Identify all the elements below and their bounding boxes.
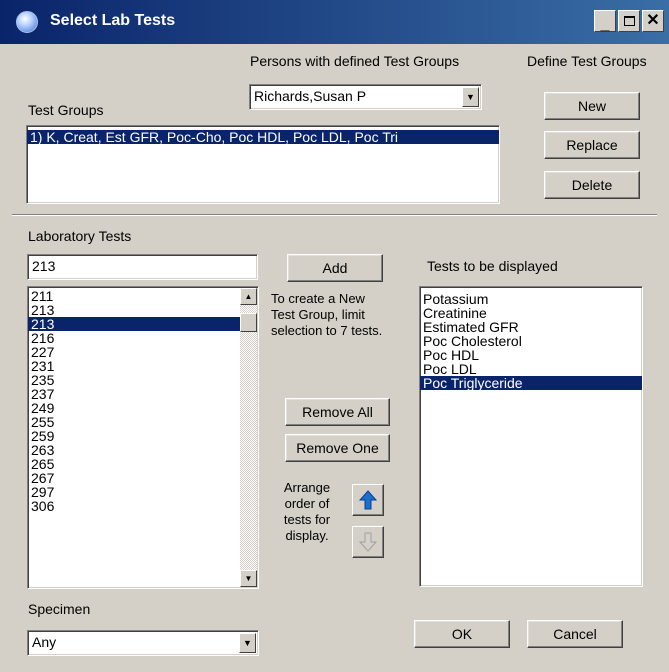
cancel-button[interactable]: Cancel [527, 620, 623, 648]
scroll-up-button[interactable]: ▲ [240, 288, 257, 305]
scroll-thumb[interactable] [240, 313, 257, 332]
lab-search-value: 213 [32, 258, 56, 274]
arrange-line: tests for [283, 512, 331, 527]
arrange-hint: Arrange order of tests for display. [277, 480, 337, 544]
select-lab-tests-window: Select Lab Tests _ ✕ Persons with define… [0, 0, 669, 672]
lab-test-item[interactable]: 237 [28, 387, 240, 401]
displayed-test-item[interactable]: Poc Triglyceride [420, 376, 642, 390]
test-group-item[interactable]: 1) K, Creat, Est GFR, Poc-Cho, Poc HDL, … [27, 130, 499, 144]
displayed-test-item[interactable]: Poc Cholesterol [420, 334, 642, 348]
new-group-button[interactable]: New [544, 92, 640, 120]
scroll-down-icon: ▼ [244, 574, 253, 583]
tests-displayed-label: Tests to be displayed [427, 258, 558, 274]
lab-test-item[interactable]: 267 [28, 471, 240, 485]
arrange-line: order of [284, 496, 330, 511]
arrange-line: Arrange [283, 480, 331, 495]
lab-test-item[interactable]: 216 [28, 331, 240, 345]
test-groups-label: Test Groups [28, 102, 104, 118]
lab-test-item[interactable]: 231 [28, 359, 240, 373]
window-title: Select Lab Tests [50, 12, 176, 29]
lab-test-item[interactable]: 213 [28, 303, 240, 317]
arrange-line: display. [285, 528, 329, 543]
lab-test-item[interactable]: 265 [28, 457, 240, 471]
hint-line: Test Group, limit [271, 307, 365, 322]
remove-all-button[interactable]: Remove All [285, 398, 390, 426]
lab-test-item[interactable]: 235 [28, 373, 240, 387]
displayed-tests-list[interactable]: Potassium Creatinine Estimated GFR Poc Chol… [419, 286, 643, 587]
hint-line: selection to 7 tests. [271, 323, 383, 338]
close-icon: ✕ [646, 12, 660, 29]
replace-group-button[interactable]: Replace [544, 131, 640, 159]
lab-test-item[interactable]: 213 [28, 317, 240, 331]
laboratory-tests-label: Laboratory Tests [28, 228, 132, 244]
specimen-label: Specimen [28, 601, 91, 617]
move-up-button[interactable] [352, 484, 384, 516]
app-icon [16, 11, 38, 33]
ok-button[interactable]: OK [414, 620, 510, 648]
lab-list-scrollbar[interactable]: ▲ ▼ [240, 288, 257, 587]
lab-test-item[interactable]: 255 [28, 415, 240, 429]
section-divider [12, 214, 657, 216]
lab-test-item[interactable]: 306 [28, 499, 240, 513]
displayed-test-item[interactable]: Poc HDL [420, 348, 642, 362]
displayed-test-item[interactable]: Poc LDL [420, 362, 642, 376]
chevron-down-icon[interactable]: ▼ [462, 87, 479, 107]
close-button[interactable]: ✕ [642, 10, 664, 32]
remove-one-button[interactable]: Remove One [285, 434, 390, 462]
lab-test-item[interactable]: 227 [28, 345, 240, 359]
maximize-button[interactable] [618, 10, 640, 32]
lab-tests-list[interactable]: 211 213 213 216 227 231 235 237 249 255 259 263 265 2… [27, 286, 259, 589]
maximize-icon [623, 16, 635, 26]
minimize-icon: _ [600, 16, 610, 33]
lab-test-item[interactable]: 263 [28, 443, 240, 457]
person-select[interactable]: Richards,Susan P ▼ [249, 84, 482, 110]
add-button[interactable]: Add [287, 254, 383, 282]
lab-test-item[interactable]: 211 [28, 289, 240, 303]
arrow-up-icon [359, 490, 377, 510]
lab-search-input[interactable]: 213 [27, 254, 258, 280]
test-groups-list[interactable]: 1) K, Creat, Est GFR, Poc-Cho, Poc HDL, … [26, 125, 500, 204]
specimen-select[interactable]: Any ▼ [27, 630, 259, 656]
new-group-hint: To create a New Test Group, limit select… [271, 291, 382, 339]
scroll-up-icon: ▲ [244, 292, 253, 301]
lab-test-item[interactable]: 259 [28, 429, 240, 443]
displayed-test-item[interactable]: Estimated GFR [420, 320, 642, 334]
lab-test-item[interactable]: 249 [28, 401, 240, 415]
minimize-button[interactable]: _ [594, 10, 616, 33]
scroll-down-button[interactable]: ▼ [240, 570, 257, 587]
chevron-down-icon[interactable]: ▼ [239, 633, 256, 653]
arrow-down-icon [359, 532, 377, 552]
define-test-groups-label: Define Test Groups [527, 53, 647, 69]
specimen-select-value: Any [32, 634, 57, 650]
move-down-button[interactable] [352, 526, 384, 558]
hint-line: To create a New [271, 291, 365, 306]
displayed-test-item[interactable]: Creatinine [420, 306, 642, 320]
persons-label: Persons with defined Test Groups [250, 53, 460, 69]
person-select-value: Richards,Susan P [254, 88, 367, 104]
lab-test-item[interactable]: 297 [28, 485, 240, 499]
delete-group-button[interactable]: Delete [544, 171, 640, 199]
title-bar[interactable]: Select Lab Tests _ ✕ [0, 0, 669, 44]
displayed-test-item[interactable]: Potassium [420, 292, 642, 306]
